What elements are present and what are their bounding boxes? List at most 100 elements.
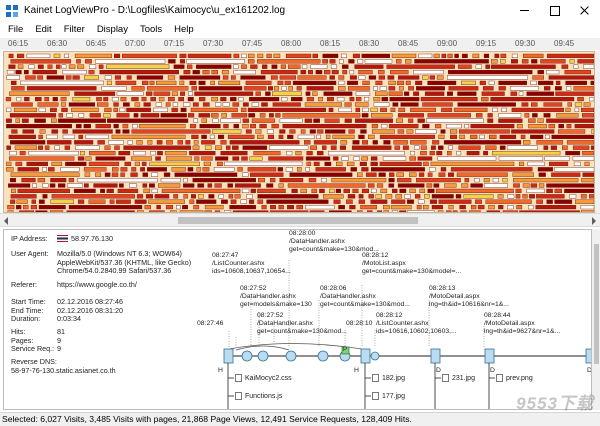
visit-bar[interactable] [183,194,188,199]
visit-bar[interactable] [274,86,279,91]
visit-bar[interactable] [565,80,587,85]
visit-bar[interactable] [450,129,458,134]
visit-bar[interactable] [60,167,80,172]
visit-bar[interactable] [111,97,119,102]
visit-bar[interactable] [123,145,191,150]
visit-bar[interactable] [15,161,23,166]
visit-bar[interactable] [266,53,272,58]
visit-bar[interactable] [272,91,302,96]
visit-bar[interactable] [17,53,25,58]
visit-bar[interactable] [343,188,350,193]
visit-bar[interactable] [105,64,170,69]
visit-bar[interactable] [247,167,277,172]
visit-bar[interactable] [277,167,283,172]
visit-bar[interactable] [398,86,404,91]
visit-bar[interactable] [58,183,66,188]
visit-bar[interactable] [409,156,416,161]
visit-bar[interactable] [447,75,528,80]
visit-bar[interactable] [356,97,362,102]
visit-bar[interactable] [322,145,327,150]
page-marker[interactable] [430,348,441,364]
visit-bar[interactable] [165,204,174,210]
visit-bar[interactable] [441,53,447,58]
visit-bar[interactable] [388,177,395,183]
visit-bar[interactable] [179,80,185,85]
visit-bar[interactable] [386,64,455,69]
visit-bar[interactable] [183,183,195,188]
visit-bar[interactable] [538,172,546,177]
visit-bar[interactable] [440,167,447,172]
visit-bar[interactable] [202,167,210,172]
visit-bar[interactable] [88,199,106,204]
visit-bar[interactable] [448,204,454,210]
visit-bar[interactable] [220,118,241,123]
visit-bar[interactable] [37,177,46,183]
resource-item[interactable]: 177.jpg [372,392,405,400]
visit-bar[interactable] [17,64,24,69]
visit-bar[interactable] [65,161,87,166]
visit-bar[interactable] [548,75,594,80]
visit-bar[interactable] [113,102,119,107]
visit-bar[interactable] [218,194,224,199]
visit-bar[interactable] [338,204,345,210]
visit-bar[interactable] [47,64,53,69]
visit-bar[interactable] [487,113,493,118]
visit-bar[interactable] [501,107,507,112]
visit-bar[interactable] [270,204,276,210]
visit-bar[interactable] [266,199,329,204]
visit-bar[interactable] [479,80,486,85]
visit-bar[interactable] [246,194,253,199]
visit-bar[interactable] [483,53,490,58]
request-label[interactable]: 08:28:12/ListCounter.ashx ids=10616,10602… [376,312,457,336]
visit-bar[interactable] [464,123,470,129]
visit-bar[interactable] [19,150,26,156]
visit-bar[interactable] [379,161,422,166]
visit-bar[interactable] [68,64,76,69]
visit-bar[interactable] [134,102,141,107]
visit-bar[interactable] [375,80,383,85]
visit-bar[interactable] [99,70,179,75]
visit-bar[interactable] [304,102,342,107]
visit-bar[interactable] [489,134,497,139]
visit-bar[interactable] [522,183,530,188]
visit-bar[interactable] [515,194,521,199]
visit-bar[interactable] [38,107,46,112]
visit-bar[interactable] [8,183,31,188]
resource-item[interactable]: 182.jpg [372,374,405,382]
visit-bar[interactable] [361,188,370,193]
visit-bar[interactable] [257,53,264,58]
visit-bar[interactable] [215,156,229,161]
visit-bar[interactable] [183,177,188,183]
visit-bar[interactable] [153,91,171,96]
visit-bar[interactable] [389,123,419,129]
visit-bar[interactable] [122,123,129,129]
visit-bar[interactable] [20,80,104,85]
visit-bar[interactable] [344,102,352,107]
visit-bar[interactable] [405,80,411,85]
visit-bar[interactable] [16,97,22,102]
visit-bar[interactable] [277,80,284,85]
visit-bar[interactable] [511,59,518,64]
visit-bar[interactable] [420,150,427,156]
visit-bar[interactable] [270,177,276,183]
visit-bar[interactable] [24,70,29,75]
visit-bar[interactable] [351,145,392,150]
visit-bar[interactable] [42,183,49,188]
visit-bar[interactable] [272,102,301,107]
visit-bar[interactable] [255,91,261,96]
visit-bar[interactable] [261,102,268,107]
page-marker[interactable] [223,348,234,364]
visit-bar[interactable] [529,194,535,199]
visit-bar[interactable] [106,188,114,193]
visit-bar[interactable] [577,97,584,102]
visit-bar[interactable] [88,64,97,69]
visit-bar[interactable] [187,91,193,96]
visit-bar[interactable] [104,145,111,150]
visit-bar[interactable] [37,75,44,80]
visit-bar[interactable] [574,123,594,129]
visit-bar[interactable] [249,156,263,161]
visit-bar[interactable] [131,86,145,91]
visit-bar[interactable] [113,107,118,112]
visit-bar[interactable] [198,113,210,118]
visit-bar[interactable] [85,156,92,161]
